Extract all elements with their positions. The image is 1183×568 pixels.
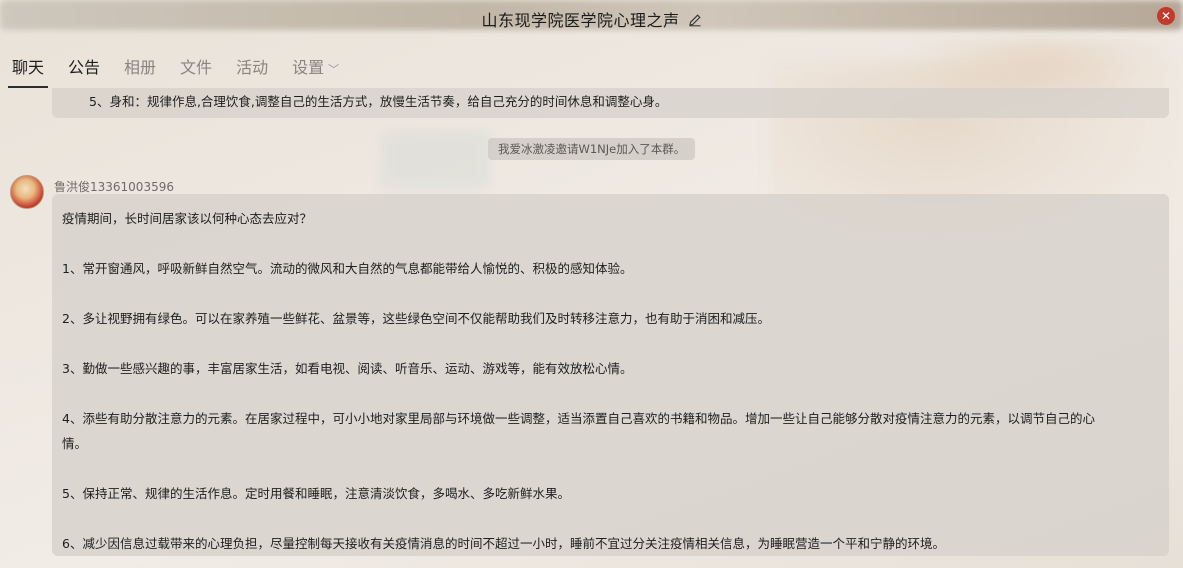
sender-name[interactable]: 鲁洪俊13361003596: [54, 178, 174, 195]
message-line: [62, 381, 1152, 406]
message-line: [62, 281, 1152, 306]
close-icon[interactable]: ✕: [1157, 7, 1175, 25]
message-line: 4、添些有助分散注意力的元素。在居家过程中，可小小地对家里局部与环境做一些调整，…: [62, 411, 1095, 426]
message-line: [62, 231, 1152, 256]
message-line: 情。: [62, 436, 88, 451]
message-bubble[interactable]: 疫情期间，长时间居家该以何种心态去应对？ 1、常开窗通风，呼吸新鲜自然空气。流动…: [52, 194, 1169, 556]
title-bar: 山东现学院医学院心理之声 ✕: [0, 0, 1183, 38]
tab-settings-label: 设置: [292, 58, 325, 77]
message-line: 1、常开窗通风，呼吸新鲜自然空气。流动的微风和大自然的气息都能带给人愉悦的、积极…: [62, 261, 633, 276]
tab-activities[interactable]: 活动: [236, 40, 268, 90]
avatar[interactable]: [10, 175, 44, 209]
message-line: 2、多让视野拥有绿色。可以在家养殖一些鲜花、盆景等，这些绿色空间不仅能帮助我们及…: [62, 311, 770, 326]
tab-chat[interactable]: 聊天: [7, 40, 49, 90]
pencil-icon[interactable]: [688, 12, 702, 27]
message-line: 6、减少因信息过载带来的心理负担，尽量控制每天接收有关疫情消息的时间不超过一小时…: [62, 536, 945, 551]
message-line: 疫情期间，长时间居家该以何种心态去应对？: [62, 211, 313, 226]
message-body: 疫情期间，长时间居家该以何种心态去应对？ 1、常开窗通风，呼吸新鲜自然空气。流动…: [62, 206, 1152, 556]
tab-files[interactable]: 文件: [180, 40, 212, 90]
previous-message-bubble: 5、身和：规律作息,合理饮食,调整自己的生活方式，放慢生活节奏，给自己充分的时间…: [52, 88, 1169, 118]
message-line: [62, 456, 1152, 481]
group-tabs: 聊天 公告 相册 文件 活动 设置 ﹀: [0, 40, 1183, 90]
message-line: [62, 506, 1152, 531]
chat-area[interactable]: 5、身和：规律作息,合理饮食,调整自己的生活方式，放慢生活节奏，给自己充分的时间…: [0, 88, 1183, 568]
tab-album[interactable]: 相册: [124, 40, 156, 90]
previous-message-text: 5、身和：规律作息,合理饮食,调整自己的生活方式，放慢生活节奏，给自己充分的时间…: [89, 94, 668, 109]
message-line: [62, 331, 1152, 356]
message-line: 5、保持正常、规律的生活作息。定时用餐和睡眠，注意清淡饮食，多喝水、多吃新鲜水果…: [62, 486, 570, 501]
tab-announcements[interactable]: 公告: [68, 40, 100, 90]
chevron-down-icon: ﹀: [328, 63, 340, 76]
group-title: 山东现学院医学院心理之声: [481, 11, 680, 30]
tab-settings[interactable]: 设置 ﹀: [292, 40, 339, 90]
system-notice: 我爱冰激凌邀请W1NJe加入了本群。: [488, 138, 696, 160]
message-line: 3、勤做一些感兴趣的事，丰富居家生活，如看电视、阅读、听音乐、运动、游戏等，能有…: [62, 361, 633, 376]
